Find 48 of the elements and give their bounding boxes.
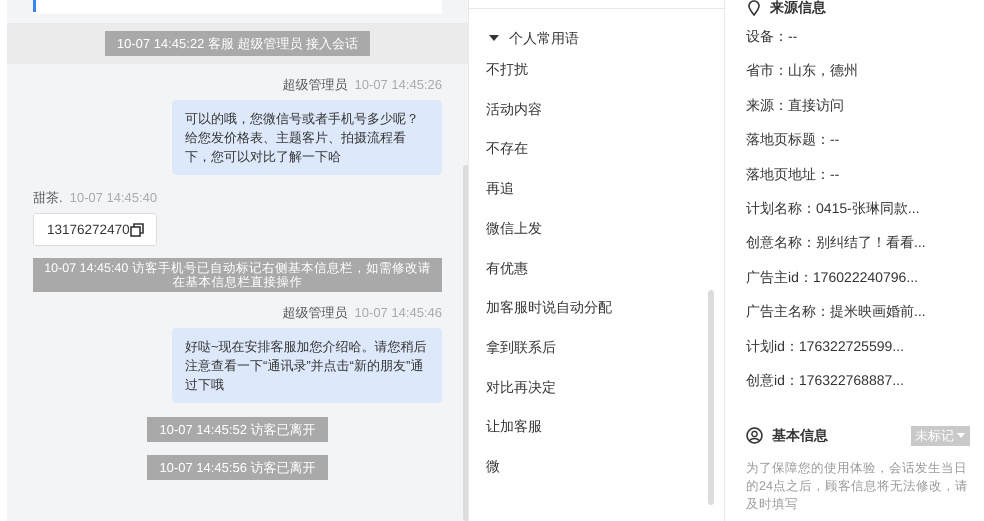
sender-name: 超级管理员 — [282, 304, 348, 322]
message-time: 10-07 14:45:40 — [70, 189, 158, 207]
info-field: 创意名称：别纠结了！看看... — [746, 233, 984, 252]
phrase-item[interactable]: 加客服时说自动分配 — [486, 298, 724, 318]
phrase-item[interactable]: 微 — [486, 457, 724, 477]
info-field: 来源：直接访问 — [746, 96, 984, 115]
info-field: 省市：山东，德州 — [746, 61, 984, 80]
message-bubble: 可以的哦，您微信号或者手机号多少呢？给您发价格表、主题客片、拍摄流程看下，您可以对比了解一下哈 — [172, 100, 442, 175]
caret-icon — [489, 35, 499, 41]
system-message: 10-07 14:45:56 访客已离开 — [147, 455, 328, 480]
section-title: 基本信息 — [772, 426, 828, 445]
phrase-item[interactable]: 拿到联系后 — [486, 338, 724, 358]
system-message: 10-07 14:45:22 客服 超级管理员 接入会话 — [104, 31, 370, 56]
message-bubble: 好哒~现在安排客服加您介绍哈。请您稍后注意查看一下“通讯录”并点击“新的朋友”通过下哦 — [172, 328, 442, 403]
info-field: 广告主id：176022240796... — [746, 268, 984, 287]
group-label: 个人常用语 — [509, 29, 579, 47]
phone-number: 13176272470 — [47, 222, 130, 237]
phrase-item[interactable]: 让加客服 — [486, 417, 724, 438]
phrase-item[interactable]: 对比再决定 — [486, 378, 724, 398]
system-message: 10-07 14:45:52 访客已离开 — [147, 417, 328, 442]
phrase-item[interactable]: 有优惠 — [486, 258, 724, 278]
info-field: 设备：-- — [746, 27, 984, 46]
phrase-group-header[interactable]: 个人常用语 — [489, 29, 579, 47]
phrase-item[interactable]: 微信上发 — [486, 218, 724, 239]
phrase-item[interactable]: 再追 — [486, 179, 724, 199]
scrollbar[interactable] — [463, 165, 468, 521]
location-pin-icon — [746, 0, 762, 16]
user-icon — [746, 427, 763, 444]
info-field: 落地页地址：-- — [746, 164, 984, 184]
system-message: 10-07 14:45:40 访客手机号已自动标记右侧基本信息栏，如需修改请在基本信息栏直接操作 — [33, 258, 442, 292]
message-time: 10-07 14:45:26 — [354, 76, 442, 94]
phrase-item[interactable]: 活动内容 — [486, 100, 724, 120]
sender-name: 超级管理员 — [282, 76, 348, 94]
scrollbar[interactable] — [708, 290, 714, 505]
info-field: 创意id：176322768887... — [746, 370, 984, 390]
sender-name: 甜茶. — [33, 189, 63, 207]
message-input-field[interactable] — [33, 0, 442, 14]
hint-text: 为了保障您的使用体验，会话发生当日的24点之后，顾客信息将无法修改，请及时填写 — [746, 460, 969, 513]
info-field: 广告主名称：提米映画婚前... — [746, 302, 984, 322]
phrase-item[interactable]: 不存在 — [486, 139, 724, 160]
info-field: 计划id：176322725599... — [746, 336, 984, 356]
copy-icon[interactable] — [130, 222, 144, 236]
phrase-item[interactable]: 不打扰 — [486, 60, 724, 80]
message-time: 10-07 14:45:46 — [354, 304, 442, 322]
caret-icon[interactable] — [957, 433, 965, 438]
info-field: 计划名称：0415-张琳同款... — [746, 198, 984, 218]
info-field: 落地页标题：-- — [746, 130, 984, 150]
section-title: 来源信息 — [770, 0, 826, 17]
